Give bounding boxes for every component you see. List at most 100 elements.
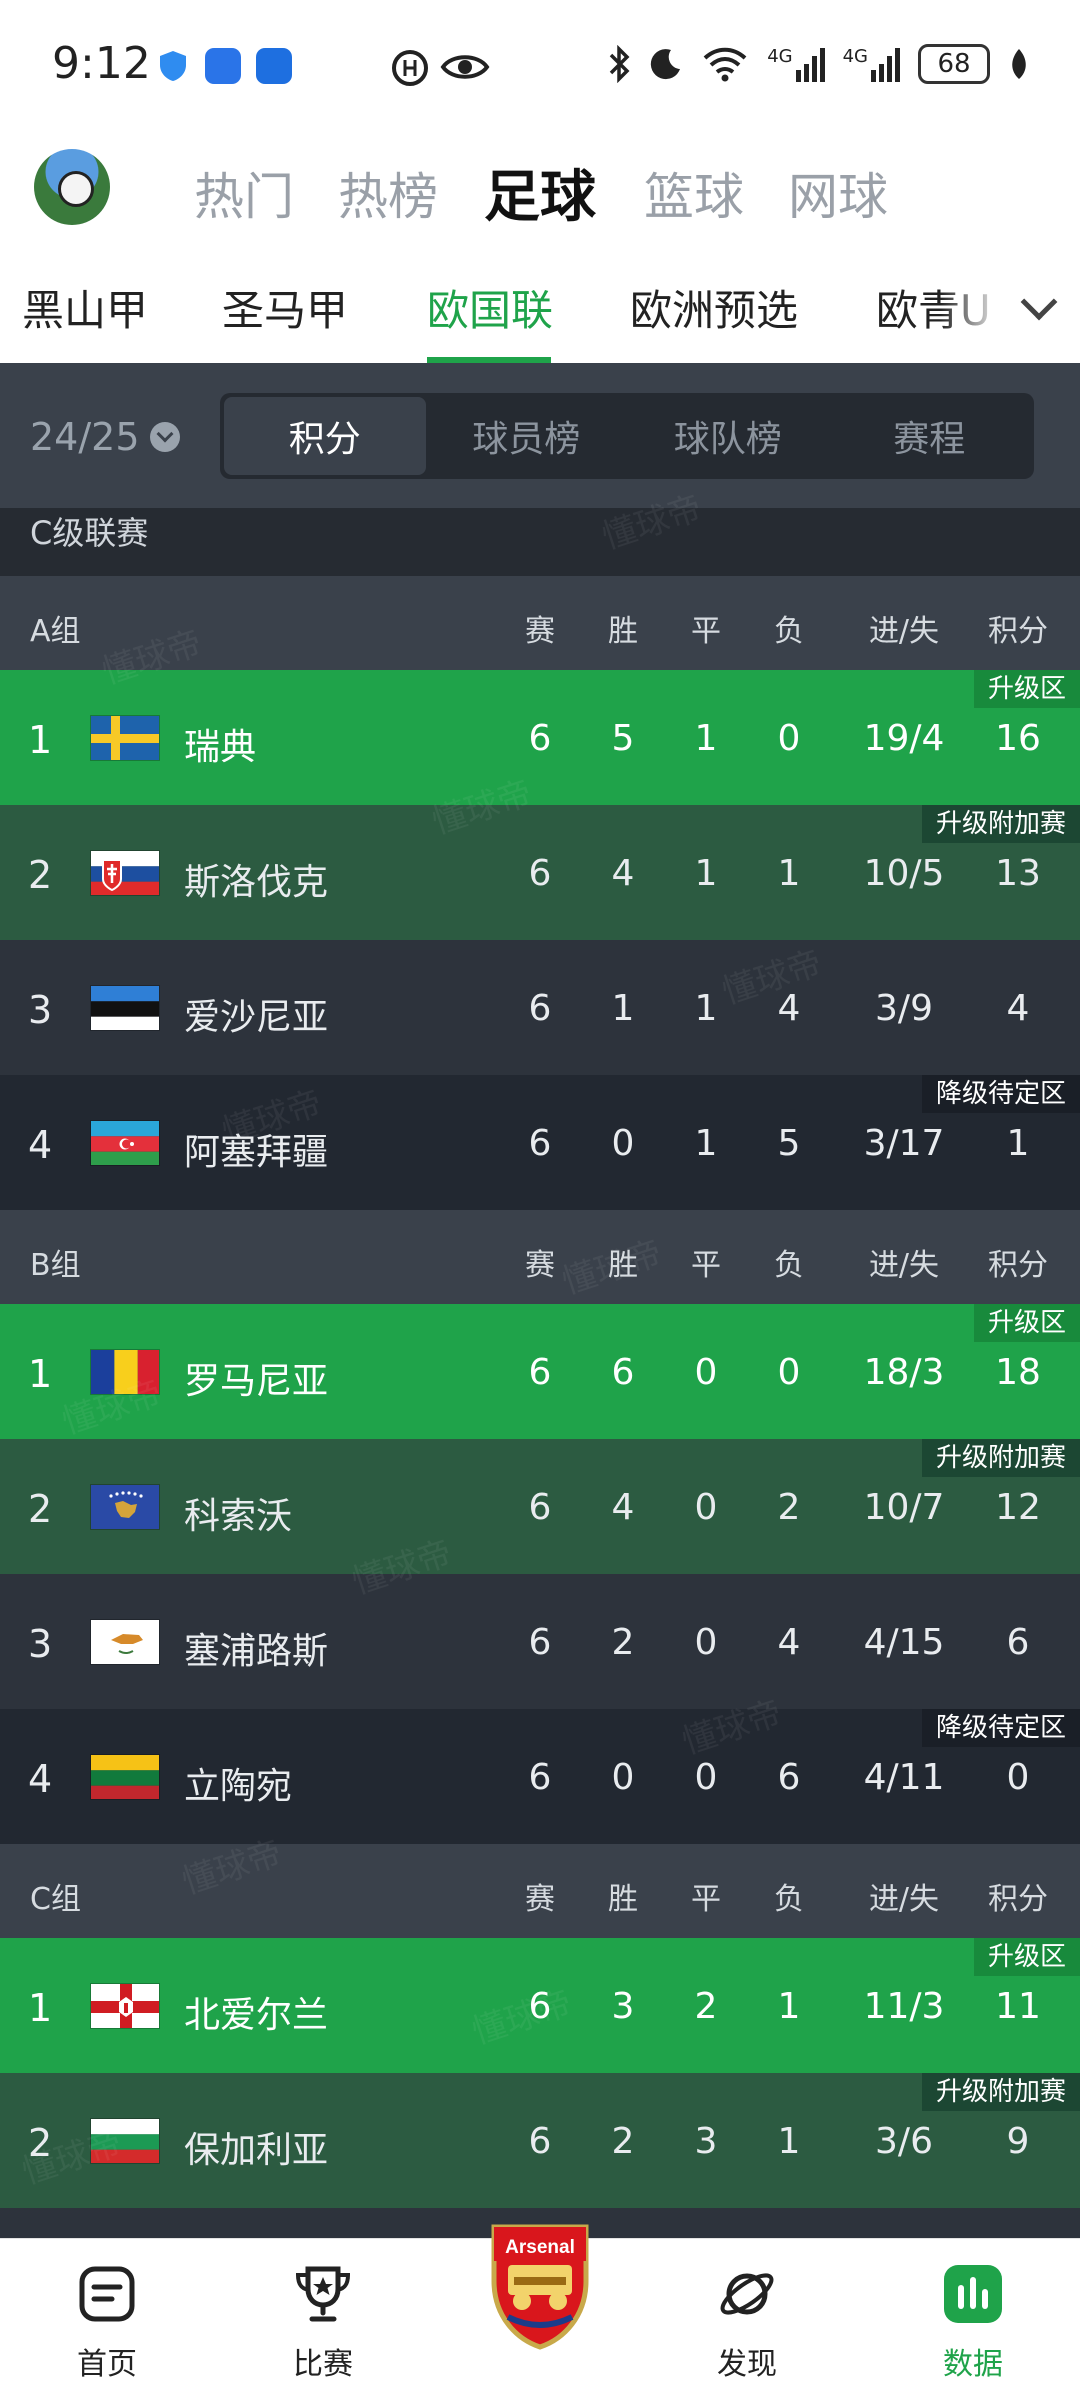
cell-lost: 5 <box>777 1123 801 1164</box>
cell-lost: 1 <box>777 1986 801 2027</box>
col-header-points: 积分 <box>988 1248 1048 1283</box>
planet-icon <box>720 2273 774 2315</box>
romania-flag-icon <box>90 1349 160 1395</box>
cell-lost: 2 <box>777 1487 801 1528</box>
standings-row[interactable]: 3 塞浦路斯 6 2 0 4 4/15 6 <box>0 1574 1080 1709</box>
league-level-label: C级联赛 <box>0 508 1080 576</box>
nav-home-label: 首页 <box>77 2347 137 2382</box>
tab-fade <box>940 245 1080 363</box>
cell-goals: 4/15 <box>863 1622 945 1663</box>
zone-badge: 降级待定区 <box>921 1709 1080 1747</box>
col-header-points: 积分 <box>988 614 1048 649</box>
kosovo-flag-icon <box>90 1484 160 1530</box>
zone-badge: 升级区 <box>973 670 1080 708</box>
nav-home[interactable]: 首页 <box>32 2239 182 2388</box>
app-notification-icon <box>205 48 241 84</box>
sweden-flag-icon <box>90 715 160 761</box>
cell-goals: 19/4 <box>863 718 945 759</box>
standings-row[interactable]: 1 瑞典 6 5 1 0 19/4 16 升级区 <box>0 670 1080 805</box>
standings-row[interactable]: 1 罗马尼亚 6 6 0 0 18/3 18 升级区 <box>0 1304 1080 1439</box>
nav-matches[interactable]: 比赛 <box>248 2239 398 2388</box>
arsenal-crest-icon[interactable]: Arsenal <box>488 2221 592 2351</box>
cell-lost: 1 <box>777 2121 801 2162</box>
cell-points: 11 <box>995 1986 1041 2027</box>
rank: 3 <box>28 1622 53 1666</box>
standings-row[interactable]: 4 立陶宛 6 0 0 6 4/11 0 降级待定区 <box>0 1709 1080 1844</box>
tab-hot[interactable]: 热门 <box>194 157 294 229</box>
league-tabs: 黑山甲 圣马甲 欧国联 欧洲预选 欧青U <box>0 245 1080 363</box>
eye-icon <box>440 55 490 79</box>
season-selector[interactable]: 24/25 <box>30 415 180 459</box>
battery-level: 68 <box>937 49 971 79</box>
tab-basketball[interactable]: 篮球 <box>644 157 744 229</box>
team-name: 科索沃 <box>184 1496 293 1537</box>
cell-goals: 3/9 <box>875 988 933 1029</box>
tab-trending[interactable]: 热榜 <box>338 157 438 229</box>
azerbaijan-flag-icon <box>90 1120 160 1166</box>
col-header-drawn: 平 <box>691 614 721 649</box>
cell-points: 4 <box>1006 988 1030 1029</box>
league-tab-montenegro[interactable]: 黑山甲 <box>22 277 148 338</box>
estonia-flag-icon <box>90 985 160 1031</box>
rank: 2 <box>28 2121 53 2165</box>
group-header: A组 赛 胜 平 负 进/失 积分 <box>0 576 1080 670</box>
group-name: B组 <box>30 1248 81 1283</box>
shield-app-icon <box>155 48 191 84</box>
status-time: 9:12 <box>52 38 151 89</box>
rank: 1 <box>28 718 53 762</box>
zone-badge: 升级区 <box>973 1304 1080 1342</box>
avatar[interactable] <box>34 149 110 225</box>
col-header-played: 赛 <box>525 1248 555 1283</box>
standings-row[interactable]: 1 北爱尔兰 6 3 2 1 11/3 11 升级区 <box>0 1938 1080 2073</box>
segment-standings[interactable]: 积分 <box>224 397 426 475</box>
league-tab-nations-league[interactable]: 欧国联 <box>427 277 553 338</box>
team-name: 瑞典 <box>184 727 257 768</box>
standings-row[interactable]: 4 阿塞拜疆 6 0 1 5 3/17 1 降级待定区 <box>0 1075 1080 1210</box>
battery-icon: 68 <box>918 44 990 84</box>
zone-badge: 升级附加赛 <box>921 2073 1080 2111</box>
group-name: C组 <box>30 1882 81 1917</box>
hd-circle-icon <box>392 50 428 86</box>
rank: 1 <box>28 1986 53 2030</box>
cell-goals: 4/11 <box>863 1757 945 1798</box>
standings-row[interactable]: 2 斯洛伐克 6 4 1 1 10/5 13 升级附加赛 <box>0 805 1080 940</box>
standings-row[interactable]: 2 保加利亚 6 2 3 1 3/6 9 升级附加赛 <box>0 2073 1080 2208</box>
team-name: 罗马尼亚 <box>184 1361 329 1402</box>
bottom-nav: 首页 比赛 Arsenal 发现 数据 <box>0 2224 1080 2388</box>
tab-football[interactable]: 足球 <box>484 152 596 233</box>
segment-schedule[interactable]: 赛程 <box>829 397 1031 475</box>
cell-lost: 4 <box>777 988 801 1029</box>
trophy-icon <box>295 2266 351 2322</box>
zone-badge: 升级区 <box>973 1938 1080 1976</box>
team-name: 保加利亚 <box>184 2130 329 2171</box>
team-name: 塞浦路斯 <box>184 1631 329 1672</box>
nav-discover-label: 发现 <box>717 2347 777 2382</box>
status-bar: 9:12 4G 4G 68 <box>0 0 1080 135</box>
col-header-won: 胜 <box>608 1248 638 1283</box>
league-tab-san-marino[interactable]: 圣马甲 <box>222 277 348 338</box>
league-tab-euro-qualifiers[interactable]: 欧洲预选 <box>630 277 798 338</box>
nav-data[interactable]: 数据 <box>898 2239 1048 2388</box>
data-icon <box>944 2265 1002 2323</box>
cell-points: 16 <box>995 718 1041 759</box>
cell-goals: 3/17 <box>863 1123 945 1164</box>
standings-table: A组赛胜平负进/失 积分 1 瑞典 6 5 1 0 19/4 16 升级区 2 斯洛伐克 6 4 1 1 10/5… <box>0 576 1080 2208</box>
col-header-goals: 进/失 <box>868 1882 940 1917</box>
nav-discover[interactable]: 发现 <box>672 2239 822 2388</box>
col-header-played: 赛 <box>525 1882 555 1917</box>
bulgaria-flag-icon <box>90 2118 160 2164</box>
col-header-played: 赛 <box>525 614 555 649</box>
cell-points: 13 <box>995 853 1041 894</box>
team-name: 阿塞拜疆 <box>184 1132 329 1173</box>
standings-row[interactable]: 3 爱沙尼亚 6 1 1 4 3/9 4 <box>0 940 1080 1075</box>
group-header: B组 赛 胜 平 负 进/失 积分 <box>0 1210 1080 1304</box>
team-name: 斯洛伐克 <box>184 862 329 903</box>
standings-row[interactable]: 2 科索沃 6 4 0 2 10/7 12 升级附加赛 <box>0 1439 1080 1574</box>
app-notification-icon-2 <box>256 48 292 84</box>
segment-players[interactable]: 球员榜 <box>426 397 628 475</box>
cell-lost: 1 <box>777 853 801 894</box>
segment-teams[interactable]: 球队榜 <box>627 397 829 475</box>
tab-tennis[interactable]: 网球 <box>788 157 888 229</box>
cell-goals: 3/6 <box>875 2121 933 2162</box>
cell-points: 12 <box>995 1487 1041 1528</box>
